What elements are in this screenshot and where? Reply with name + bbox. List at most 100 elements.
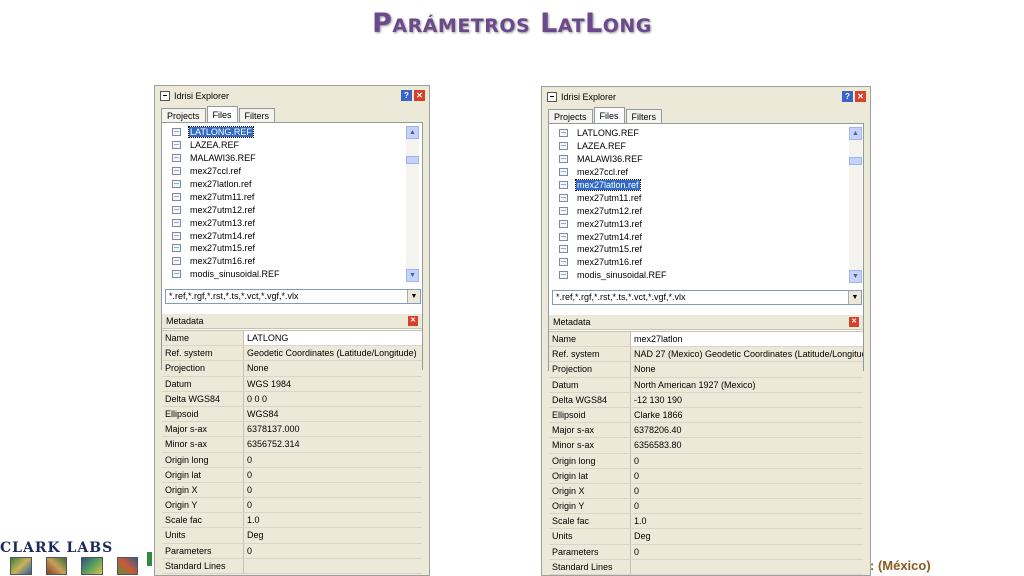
metadata-value[interactable]: LATLONG — [244, 331, 422, 346]
minimize-icon[interactable] — [160, 90, 170, 101]
metadata-key: Origin lat — [162, 467, 244, 482]
scroll-thumb[interactable] — [849, 157, 862, 165]
minimize-icon[interactable] — [547, 91, 557, 102]
file-list-item[interactable]: modis_sinusoidal.REF — [559, 269, 668, 282]
file-icon — [172, 167, 181, 176]
file-list-item[interactable]: mex27utm16.ref — [559, 256, 668, 269]
file-list-item[interactable]: mex27utm14.ref — [559, 230, 668, 243]
metadata-value: 1.0 — [244, 513, 422, 528]
filter-dropdown[interactable]: *.ref,*.rgf,*.rst,*.ts,*.vct,*.vgf,*.vlx… — [552, 290, 862, 305]
tab-files[interactable]: Files — [206, 106, 238, 122]
file-list-item[interactable]: mex27utm13.ref — [559, 217, 668, 230]
file-list-item[interactable]: mex27utm14.ref — [172, 229, 281, 242]
file-name: mex27utm15.ref — [190, 243, 256, 254]
help-icon[interactable]: ? — [401, 90, 412, 101]
metadata-value: 0 — [631, 453, 863, 468]
tab-filters[interactable]: Filters — [625, 109, 663, 123]
metadata-header: Metadata ✕ — [162, 314, 422, 329]
file-list-item[interactable]: modis_sinusoidal.REF — [172, 268, 281, 281]
file-list-item[interactable]: mex27ccl.ref — [559, 166, 668, 179]
metadata-row: Datum WGS 1984 — [162, 376, 422, 392]
metadata-table: Name mex27latlon Ref. system NAD 27 (Mexico… — [549, 331, 863, 575]
tab-projects[interactable]: Projects — [548, 109, 593, 123]
files-panel: LATLONG.REF LAZEA.REF MALAWI36.REF mex27ccl… — [161, 122, 423, 574]
metadata-value: NAD 27 (Mexico) Geodetic Coordinates (La… — [631, 347, 863, 362]
metadata-close-icon[interactable]: ✕ — [408, 316, 418, 326]
metadata-row: Projection None — [549, 362, 863, 378]
file-list-item[interactable]: LATLONG.REF — [559, 127, 668, 140]
metadata-row: Origin Y0 — [162, 498, 422, 514]
metadata-value: Geodetic Coordinates (Latitude/Longitude… — [244, 346, 422, 361]
metadata-key: Name — [162, 331, 244, 346]
metadata-value: WGS84 — [244, 406, 422, 422]
metadata-row: Origin Y0 — [549, 499, 863, 515]
file-list-item[interactable]: mex27ccl.ref — [172, 165, 281, 178]
scrollbar[interactable]: ▲ ▼ — [849, 127, 862, 283]
metadata-row: Projection None — [162, 361, 422, 377]
metadata-key: Datum — [549, 377, 631, 392]
metadata-key: Parameters — [162, 543, 244, 558]
logo-thumbnails — [10, 557, 152, 575]
file-list-item[interactable]: mex27utm15.ref — [559, 243, 668, 256]
file-list-item[interactable]: LAZEA.REF — [172, 139, 281, 152]
scroll-down-icon[interactable]: ▼ — [406, 269, 419, 282]
file-list-item[interactable]: mex27utm16.ref — [172, 255, 281, 268]
metadata-row: Name LATLONG — [162, 331, 422, 347]
map-thumbnail — [81, 557, 103, 575]
metadata-close-icon[interactable]: ✕ — [849, 317, 859, 327]
file-list-item[interactable]: MALAWI36.REF — [172, 152, 281, 165]
scroll-thumb[interactable] — [406, 156, 419, 164]
close-icon[interactable]: ✕ — [855, 91, 866, 102]
file-list-item[interactable]: mex27utm11.ref — [559, 191, 668, 204]
metadata-row: Origin long 0 — [549, 453, 863, 469]
scroll-up-icon[interactable]: ▲ — [849, 127, 862, 140]
metadata-row: Origin long 0 — [162, 452, 422, 468]
metadata-key: Origin X — [162, 482, 244, 498]
metadata-value: 0 — [631, 468, 863, 483]
file-list-item[interactable]: mex27utm15.ref — [172, 242, 281, 255]
tab-filters[interactable]: Filters — [238, 108, 276, 122]
file-name: mex27utm11.ref — [190, 191, 255, 202]
file-list-item[interactable]: MALAWI36.REF — [559, 153, 668, 166]
file-list-item[interactable]: LAZEA.REF — [559, 140, 668, 153]
filter-value: *.ref,*.rgf,*.rst,*.ts,*.vct,*.vgf,*.vlx — [169, 291, 299, 301]
file-list-item[interactable]: mex27utm12.ref — [172, 203, 281, 216]
scroll-down-icon[interactable]: ▼ — [849, 270, 862, 283]
metadata-key: Minor s-ax — [162, 437, 244, 452]
scroll-up-icon[interactable]: ▲ — [406, 126, 419, 139]
file-name: mex27utm16.ref — [190, 256, 256, 267]
metadata-value: 0 — [631, 483, 863, 499]
file-list-item[interactable]: mex27latlon.ref — [559, 179, 668, 192]
file-name: mex27utm12.ref — [577, 205, 643, 216]
chevron-down-icon[interactable]: ▼ — [407, 290, 420, 303]
file-list-item[interactable]: mex27utm12.ref — [559, 204, 668, 217]
metadata-key: Ellipsoid — [549, 407, 631, 423]
metadata-row: Ellipsoid WGS84 — [162, 406, 422, 423]
metadata-key: Major s-ax — [162, 422, 244, 437]
file-list-item[interactable]: mex27utm11.ref — [172, 190, 281, 203]
scrollbar[interactable]: ▲ ▼ — [406, 126, 419, 282]
metadata-value: -12 130 190 — [631, 392, 863, 407]
metadata-value: 0 — [244, 543, 422, 558]
metadata-key: Scale fac — [162, 513, 244, 528]
metadata-row: Major s-ax 6378137.000 — [162, 422, 422, 438]
metadata-value[interactable]: mex27latlon — [631, 332, 863, 347]
file-name: LAZEA.REF — [577, 141, 627, 152]
metadata-key: Delta WGS84 — [162, 391, 244, 406]
metadata-row: Origin lat 0 — [549, 468, 863, 484]
window-titlebar: Idrisi Explorer ? ✕ — [544, 89, 868, 104]
file-name: LATLONG.REF — [577, 128, 639, 139]
chevron-down-icon[interactable]: ▼ — [848, 291, 861, 304]
file-list-item[interactable]: LATLONG.REF — [172, 126, 281, 139]
file-list-item[interactable]: mex27utm13.ref — [172, 216, 281, 229]
metadata-row: Delta WGS84 0 0 0 — [162, 391, 422, 407]
slide-title: Parámetros LatLong — [372, 8, 652, 39]
filter-dropdown[interactable]: *.ref,*.rgf,*.rst,*.ts,*.vct,*.vgf,*.vlx… — [165, 289, 421, 304]
close-icon[interactable]: ✕ — [414, 90, 425, 101]
help-icon[interactable]: ? — [842, 91, 853, 102]
metadata-key: Parameters — [549, 544, 631, 559]
file-list-item[interactable]: mex27latlon.ref — [172, 178, 281, 191]
idrisi-explorer-window-left: Idrisi Explorer ? ✕ Projects Files Filte… — [154, 85, 430, 576]
tab-projects[interactable]: Projects — [161, 108, 206, 122]
tab-files[interactable]: Files — [593, 107, 625, 123]
